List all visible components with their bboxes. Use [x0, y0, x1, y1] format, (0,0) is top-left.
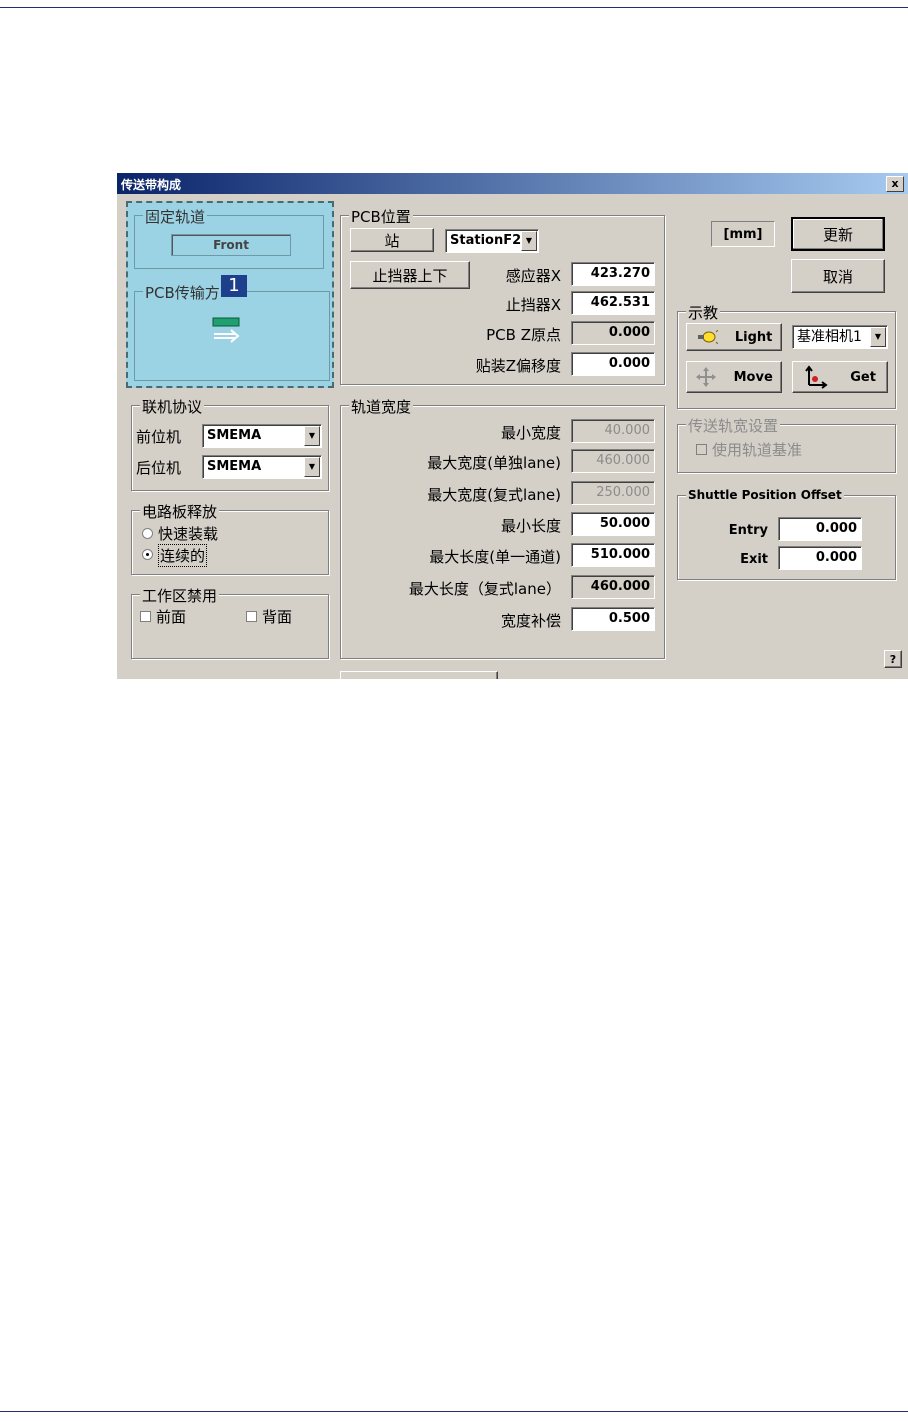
move-arrows-icon — [696, 367, 717, 387]
front-machine-select[interactable]: SMEMA ▼ — [202, 424, 322, 448]
rail-width-row-field: 250.000 — [571, 481, 655, 505]
rail-width-row-label: 宽度补偿 — [500, 612, 561, 630]
fixed-rail-value: Front — [171, 234, 291, 256]
light-button-label: Light — [734, 329, 773, 345]
front-machine-value: SMEMA — [207, 428, 262, 443]
rail-width-row-field[interactable]: 510.000 — [571, 543, 655, 567]
get-button-label: Get — [850, 369, 876, 385]
front-checkbox-label: 前面 — [156, 608, 187, 626]
front-checkbox[interactable] — [140, 611, 151, 622]
continuous-radio[interactable] — [142, 549, 153, 560]
mount-z-offset-field[interactable]: 0.000 — [571, 352, 655, 376]
front-machine-label: 前位机 — [136, 428, 182, 446]
light-button[interactable]: Light — [686, 323, 782, 351]
station-select[interactable]: StationF2 ▼ — [445, 229, 539, 253]
entry-label: Entry — [728, 523, 768, 538]
help-button[interactable]: ? — [884, 650, 902, 668]
back-checkbox[interactable] — [246, 611, 257, 622]
rear-machine-select[interactable]: SMEMA ▼ — [202, 455, 322, 479]
use-rail-ref-checkbox[interactable] — [696, 444, 707, 455]
board-release-group: 电路板释放 快速装载 连续的 — [131, 501, 329, 575]
rear-machine-label: 后位机 — [136, 459, 182, 477]
lower-tab-button[interactable] — [340, 671, 498, 679]
pcb-position-group: PCB位置 站 StationF2 ▼ 止挡器上下 感应器X 423.270 止… — [340, 206, 665, 385]
units-label: [mm] — [711, 221, 775, 247]
rail-width-row-field: 460.000 — [571, 449, 655, 473]
rail-width-group: 轨道宽度 最小宽度 40.000 最大宽度(单独lane) 460.000 最大宽度(复… — [340, 396, 665, 659]
teach-legend: 示教 — [686, 302, 721, 323]
conveyor-config-dialog: 传送带构成 x 固定轨道 Front PCB传输方 1 联机协议 前位机 SME… — [116, 172, 908, 679]
shuttle-offset-group: Shuttle Position Offset Entry 0.000 Exit… — [677, 488, 896, 580]
update-button[interactable]: 更新 — [791, 217, 885, 251]
station-value: StationF2 — [450, 233, 522, 248]
work-area-disable-group: 工作区禁用 前面 背面 — [131, 585, 329, 659]
pcb-transfer-group: PCB传输方 — [134, 282, 330, 381]
shuttle-offset-legend: Shuttle Position Offset — [686, 488, 844, 502]
transfer-direction-button[interactable] — [209, 314, 243, 344]
pcb-z-origin-label: PCB Z原点 — [486, 326, 561, 344]
get-position-icon — [805, 365, 828, 389]
use-rail-ref-label: 使用轨道基准 — [712, 441, 803, 459]
title-bar: 传送带构成 x — [117, 173, 908, 194]
close-button[interactable]: x — [886, 176, 904, 192]
chevron-down-icon[interactable]: ▼ — [870, 327, 886, 347]
stopper-updown-button[interactable]: 止挡器上下 — [350, 261, 470, 289]
pcb-position-legend: PCB位置 — [349, 206, 413, 227]
exit-field[interactable]: 0.000 — [778, 546, 862, 570]
fixed-rail-legend: 固定轨道 — [143, 206, 208, 227]
fast-load-radio[interactable] — [142, 528, 153, 539]
mount-z-offset-label: 贴装Z偏移度 — [475, 357, 561, 375]
teach-group: 示教 Light 基准相机1 ▼ Move Get — [677, 302, 896, 409]
light-bulb-icon — [697, 330, 718, 344]
rail-width-setting-group: 传送轨宽设置 使用轨道基准 — [677, 415, 896, 473]
fast-load-label: 快速装载 — [158, 525, 219, 543]
sensor-x-field[interactable]: 423.270 — [571, 262, 655, 286]
rear-machine-value: SMEMA — [207, 459, 262, 474]
link-protocol-group: 联机协议 前位机 SMEMA ▼ 后位机 SMEMA ▼ — [131, 396, 329, 491]
top-rule — [0, 7, 908, 8]
pcb-transfer-legend: PCB传输方 — [143, 282, 222, 303]
get-button[interactable]: Get — [792, 361, 888, 393]
pcb-z-origin-field: 0.000 — [571, 321, 655, 345]
continuous-label: 连续的 — [158, 544, 208, 567]
link-protocol-legend: 联机协议 — [140, 396, 205, 417]
transfer-right-arrow-icon — [212, 317, 240, 343]
work-area-disable-legend: 工作区禁用 — [140, 585, 220, 606]
rail-width-row-label: 最小宽度 — [500, 424, 561, 442]
rail-width-legend: 轨道宽度 — [349, 396, 414, 417]
entry-field[interactable]: 0.000 — [778, 517, 862, 541]
rail-width-setting-legend: 传送轨宽设置 — [686, 415, 781, 436]
highlight-area: 固定轨道 Front PCB传输方 1 — [126, 201, 334, 388]
rail-width-row-label: 最大宽度(复式lane) — [427, 486, 561, 504]
move-button[interactable]: Move — [686, 361, 782, 393]
stopper-x-label: 止挡器X — [505, 296, 561, 314]
chevron-down-icon[interactable]: ▼ — [304, 426, 320, 446]
sensor-x-label: 感应器X — [505, 267, 561, 285]
camera-select[interactable]: 基准相机1 ▼ — [792, 325, 888, 349]
stopper-x-field[interactable]: 462.531 — [571, 291, 655, 315]
chevron-down-icon[interactable]: ▼ — [304, 457, 320, 477]
callout-badge: 1 — [221, 275, 247, 297]
rail-width-row-field[interactable]: 0.500 — [571, 607, 655, 631]
rail-width-row-field: 40.000 — [571, 419, 655, 443]
rail-width-row-field: 460.000 — [571, 575, 655, 599]
board-release-legend: 电路板释放 — [140, 501, 220, 522]
rail-width-row-field[interactable]: 50.000 — [571, 512, 655, 536]
rail-width-row-label: 最大宽度(单独lane) — [427, 454, 561, 472]
window-title: 传送带构成 — [121, 178, 182, 192]
fixed-rail-group: 固定轨道 Front — [134, 206, 324, 269]
move-button-label: Move — [733, 369, 773, 385]
chevron-down-icon[interactable]: ▼ — [521, 231, 537, 251]
rail-width-row-label: 最大长度（复式lane） — [408, 580, 561, 598]
station-label-box: 站 — [350, 228, 434, 252]
back-checkbox-label: 背面 — [262, 608, 293, 626]
cancel-button[interactable]: 取消 — [791, 259, 885, 293]
rail-width-row-label: 最小长度 — [500, 517, 561, 535]
exit-label: Exit — [740, 552, 768, 567]
rail-width-row-label: 最大长度(单一通道) — [429, 548, 561, 566]
camera-value: 基准相机1 — [797, 329, 862, 345]
bottom-rule — [0, 1411, 908, 1412]
